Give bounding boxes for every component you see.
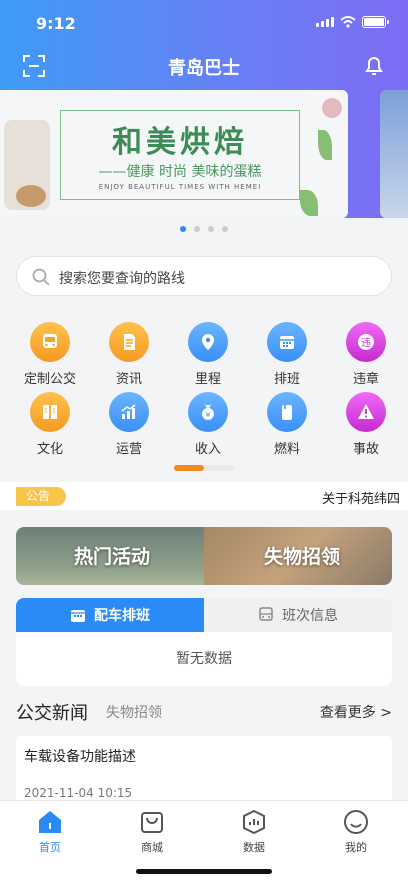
grid-label: 排班	[273, 372, 300, 387]
tab-data-label: 数据	[243, 841, 265, 854]
calendar-icon	[71, 610, 85, 622]
wifi-icon	[340, 16, 356, 28]
grid-item-income[interactable]: ¥ 收入	[173, 392, 243, 457]
grid-label: 燃料	[273, 442, 300, 457]
tab-mall-label: 商城	[141, 841, 163, 854]
grid-item-mileage[interactable]: 里程	[173, 322, 243, 387]
lost-found-label: 失物招领	[264, 546, 341, 568]
banner-indicator	[0, 226, 408, 232]
schedule-panel: 配车排班 班次信息 暂无数据	[16, 598, 392, 686]
promo-banners: 热门活动 失物招领	[16, 527, 392, 585]
news-title: 车载设备功能描述	[24, 749, 136, 765]
page-title: 青岛巴士	[168, 58, 240, 79]
tab-mine[interactable]: 我的	[326, 809, 386, 855]
status-time: 9:12	[36, 14, 76, 33]
news-date: 2021-11-04 10:15	[24, 786, 133, 800]
grid-item-operation[interactable]: 运营	[94, 392, 164, 457]
grid-item-accident[interactable]: 事故	[331, 392, 401, 457]
battery-icon	[362, 16, 389, 28]
search-placeholder: 搜索您要查询的路线	[59, 271, 185, 287]
grid-label: 定制公交	[23, 372, 76, 387]
tab-shift-info[interactable]: 班次信息	[204, 598, 392, 632]
leaf-decoration	[300, 190, 318, 216]
search-icon	[32, 268, 50, 286]
chart-up-icon	[109, 392, 149, 432]
grid-item-fuel[interactable]: 燃料	[252, 392, 322, 457]
search-input[interactable]: 搜索您要查询的路线	[16, 256, 392, 296]
warning-icon	[346, 392, 386, 432]
empty-state-text: 暂无数据	[176, 651, 232, 667]
tab-label: 班次信息	[282, 608, 338, 624]
tab-bus-news[interactable]: 公交新闻	[16, 699, 88, 725]
svg-text:违: 违	[361, 337, 371, 349]
tab-mall[interactable]: 商城	[122, 809, 182, 855]
money-bag-icon: ¥	[188, 392, 228, 432]
tab-lost-found[interactable]: 失物招领	[106, 702, 162, 722]
banner-title: 和美烘焙	[112, 125, 248, 160]
flower-decoration	[322, 98, 342, 118]
tab-label: 配车排班	[94, 608, 150, 624]
banner-next-slide[interactable]	[380, 90, 408, 218]
tab-home[interactable]: 首页	[20, 809, 80, 855]
grid-item-violation[interactable]: 违 违章	[331, 322, 401, 387]
grid-page-indicator	[174, 465, 234, 471]
hot-activity-label: 热门活动	[74, 546, 151, 568]
document-icon	[109, 322, 149, 362]
calendar-icon	[267, 322, 307, 362]
fuel-icon	[267, 392, 307, 432]
bus-icon	[30, 322, 70, 362]
book-icon	[30, 392, 70, 432]
tab-vehicle-schedule[interactable]: 配车排班	[16, 598, 204, 632]
grid-item-news[interactable]: 资讯	[94, 322, 164, 387]
grid-item-custom-bus[interactable]: 定制公交	[15, 322, 85, 387]
cookie-image	[16, 185, 46, 207]
grid-label: 事故	[352, 442, 379, 457]
banner-frame: 和美烘焙 ——健康 时尚 美味的蛋糕 ENJOY BEAUTIFUL TIMES…	[60, 110, 300, 200]
bus-icon	[259, 607, 273, 621]
grid-label: 运营	[115, 442, 142, 457]
location-pin-icon	[188, 322, 228, 362]
status-bar: 9:12	[0, 0, 408, 44]
notice-tag: 公告	[16, 487, 66, 506]
svg-text:¥: ¥	[206, 411, 211, 419]
banner-tagline: ENJOY BEAUTIFUL TIMES WITH HEMEI	[98, 183, 262, 191]
news-header: 公交新闻 失物招领 查看更多 >	[16, 699, 392, 725]
grid-label: 里程	[194, 372, 221, 387]
bell-icon[interactable]	[362, 53, 386, 77]
home-icon	[39, 811, 61, 833]
data-hexagon-icon	[243, 809, 265, 835]
tab-mine-label: 我的	[345, 841, 367, 854]
signal-icon	[316, 17, 334, 27]
view-more-link[interactable]: 查看更多 >	[320, 702, 392, 722]
grid-item-culture[interactable]: 文化	[15, 392, 85, 457]
banner-slide[interactable]: 和美烘焙 ——健康 时尚 美味的蛋糕 ENJOY BEAUTIFUL TIMES…	[0, 90, 348, 218]
banner-subtitle: ——健康 时尚 美味的蛋糕	[98, 164, 262, 180]
tab-data[interactable]: 数据	[224, 809, 284, 855]
leaf-decoration	[318, 130, 332, 160]
home-indicator[interactable]	[136, 869, 272, 874]
notice-bar[interactable]: 公告 关于科苑纬四	[0, 482, 408, 510]
grid-label: 违章	[352, 372, 379, 387]
grid-item-schedule[interactable]: 排班	[252, 322, 322, 387]
tab-home-label: 首页	[39, 841, 61, 854]
news-item[interactable]: 车载设备功能描述 2021-11-04 10:15	[16, 736, 392, 806]
shopping-bag-icon	[141, 812, 163, 833]
lost-found-card[interactable]: 失物招领	[204, 527, 392, 585]
grid-label: 收入	[194, 442, 221, 457]
grid-label: 文化	[36, 442, 63, 457]
smile-icon	[344, 810, 368, 834]
violation-icon: 违	[346, 322, 386, 362]
notice-text[interactable]: 关于科苑纬四	[322, 488, 400, 507]
hot-activity-card[interactable]: 热门活动	[16, 527, 204, 585]
grid-label: 资讯	[115, 372, 142, 387]
